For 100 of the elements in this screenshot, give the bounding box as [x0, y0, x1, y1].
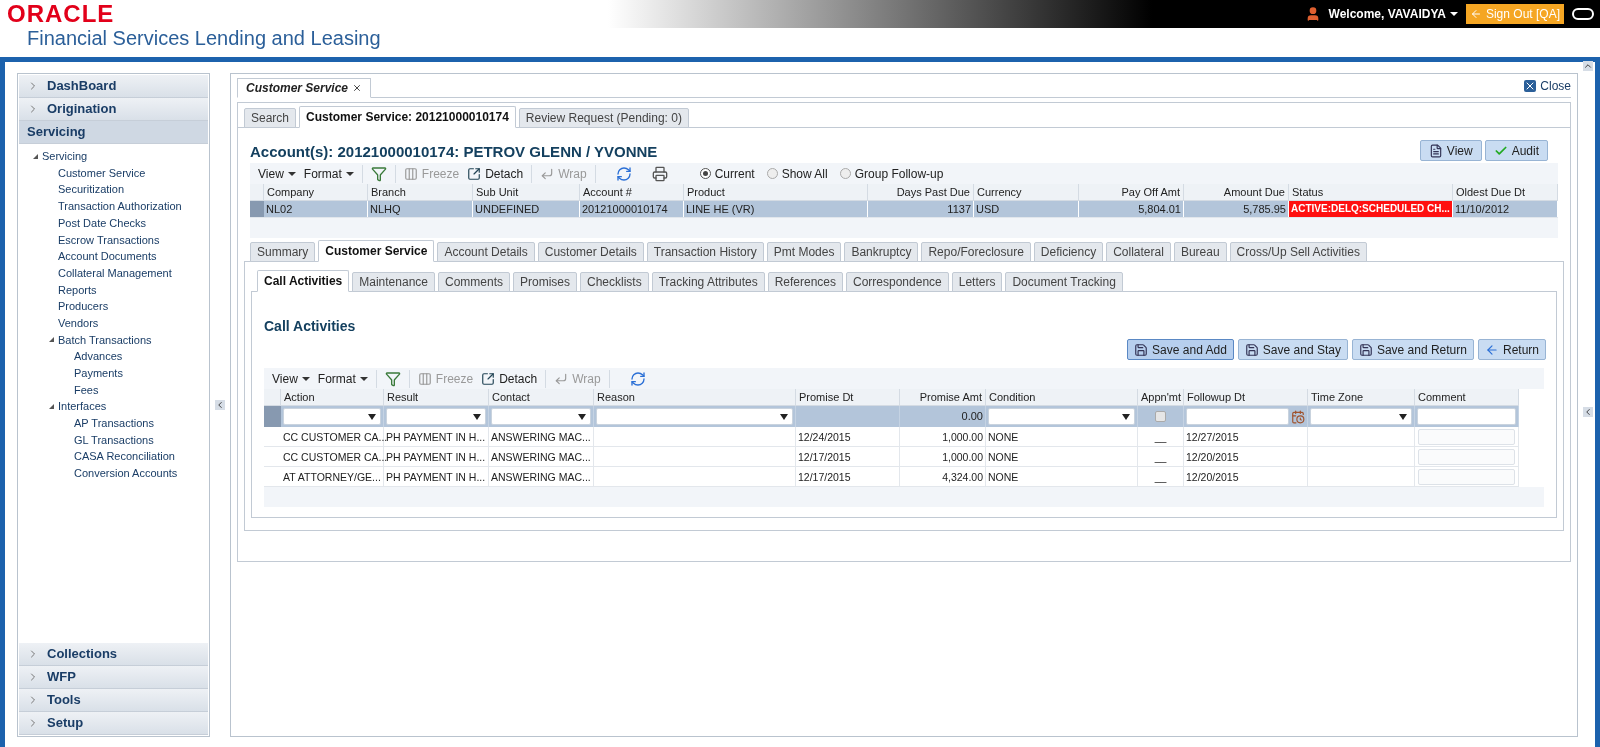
section-header[interactable]: WFP — [19, 666, 208, 689]
column-header[interactable]: Account # — [580, 184, 684, 201]
radio-label[interactable]: Group Follow-up — [854, 164, 944, 183]
nav-link[interactable]: Securitization — [58, 181, 125, 198]
view-menu[interactable]: View — [272, 369, 310, 388]
tab[interactable]: Customer Service: 20121000010174 — [299, 106, 516, 128]
column-header[interactable]: Appn'mt — [1138, 389, 1184, 406]
nav-link[interactable]: Vendors — [58, 314, 99, 332]
column-header[interactable]: Followup Dt — [1184, 389, 1308, 406]
column-header[interactable]: Comment — [1415, 389, 1519, 406]
audit-button[interactable]: Audit — [1484, 140, 1548, 161]
nav-link[interactable]: Escrow Transactions — [58, 231, 160, 249]
user-menu[interactable]: Welcome, VAVAIDYA — [1328, 5, 1458, 23]
tab[interactable]: Repo/Foreclosure — [921, 242, 1031, 262]
column-header[interactable]: Result — [384, 389, 489, 406]
column-header[interactable]: Days Past Due — [868, 184, 974, 201]
tab[interactable]: Summary — [250, 242, 316, 262]
nav-link[interactable]: Conversion Accounts — [74, 465, 178, 482]
save-button[interactable]: Save and Stay — [1237, 339, 1348, 360]
tab[interactable]: Transaction History — [646, 242, 764, 262]
section-header[interactable]: Collections — [19, 643, 208, 666]
column-header[interactable]: Promise Amt — [900, 389, 986, 406]
tab[interactable]: Letters — [951, 272, 1003, 292]
tab[interactable]: Promises — [513, 272, 577, 292]
column-header[interactable]: Amount Due — [1184, 184, 1289, 201]
tab[interactable]: Bureau — [1173, 242, 1227, 262]
tab[interactable]: Bankruptcy — [844, 242, 919, 262]
table-cell: 5,785.95 — [1184, 201, 1289, 217]
return-button[interactable]: Return — [1477, 339, 1546, 360]
nav-link[interactable]: Collateral Management — [58, 264, 172, 282]
detach-button[interactable]: Detach — [467, 164, 524, 183]
nav-link[interactable]: Batch Transactions — [58, 331, 152, 349]
table-cell: ANSWERING MAC... — [489, 447, 594, 467]
column-header[interactable]: Action — [281, 389, 384, 406]
tab[interactable]: Customer Details — [537, 242, 644, 262]
nav-link[interactable]: Transaction Authorization — [58, 198, 182, 215]
column-header[interactable]: Branch — [368, 184, 473, 201]
tab[interactable]: Review Request (Pending: 0) — [518, 108, 689, 128]
column-header[interactable]: Contact — [489, 389, 594, 406]
nav-link[interactable]: CASA Reconciliation — [74, 448, 175, 465]
nav-link[interactable]: Payments — [74, 365, 123, 382]
section-header[interactable]: Origination — [19, 98, 208, 121]
detach-button[interactable]: Detach — [481, 369, 538, 388]
column-header[interactable]: Pay Off Amt — [1079, 184, 1184, 201]
nav-link[interactable]: Post Date Checks — [58, 214, 147, 232]
view-menu[interactable]: View — [258, 164, 296, 183]
nav-link[interactable]: GL Transactions — [74, 431, 154, 449]
column-header[interactable]: Company — [264, 184, 368, 201]
nav-link[interactable]: Fees — [74, 381, 99, 399]
tab[interactable]: Search — [244, 108, 297, 128]
tab[interactable]: Tracking Attributes — [651, 272, 765, 292]
format-menu[interactable]: Format — [317, 369, 368, 388]
table-cell: UNDEFINED — [473, 201, 580, 217]
section-header[interactable]: DashBoard — [19, 75, 208, 98]
column-header[interactable]: Sub Unit — [473, 184, 580, 201]
format-menu[interactable]: Format — [303, 164, 354, 183]
tab[interactable]: References — [767, 272, 843, 292]
section-header[interactable]: Tools — [19, 689, 208, 712]
document-tab[interactable]: Customer Service — [237, 78, 372, 98]
nav-link[interactable]: Interfaces — [58, 398, 107, 415]
table-cell: __ — [1138, 447, 1184, 467]
close-button[interactable]: Close — [1524, 77, 1571, 95]
nav-link[interactable]: Producers — [58, 298, 109, 315]
section-title: Call Activities — [264, 317, 357, 336]
column-header[interactable]: Oldest Due Dt — [1453, 184, 1558, 201]
tab[interactable]: Collateral — [1106, 242, 1171, 262]
column-header[interactable]: Time Zone — [1308, 389, 1415, 406]
tab[interactable]: Account Details — [437, 242, 535, 262]
nav-link[interactable]: Servicing — [42, 148, 88, 165]
nav-link[interactable]: Customer Service — [58, 164, 146, 182]
column-header[interactable]: Promise Dt — [796, 389, 900, 406]
tab[interactable]: Cross/Up Sell Activities — [1229, 242, 1367, 262]
tab[interactable]: Correspondence — [846, 272, 949, 292]
view-button[interactable]: View — [1419, 140, 1482, 161]
nav-link[interactable]: Account Documents — [58, 248, 157, 265]
save-button[interactable]: Save and Add — [1127, 339, 1234, 360]
tab[interactable]: Customer Service — [318, 240, 435, 262]
table-cell: 5,804.01 — [1079, 201, 1184, 217]
table-cell: __ — [1138, 467, 1184, 487]
tab[interactable]: Pmt Modes — [766, 242, 842, 262]
tab[interactable]: Checklists — [580, 272, 649, 292]
tab[interactable]: Call Activities — [257, 270, 350, 292]
nav-link[interactable]: Reports — [58, 281, 97, 299]
tab[interactable]: Deficiency — [1033, 242, 1104, 262]
column-header[interactable]: Reason — [594, 389, 796, 406]
save-button[interactable]: Save and Return — [1351, 339, 1474, 360]
column-header[interactable]: Status — [1289, 184, 1453, 201]
section-header[interactable]: Servicing — [19, 121, 208, 144]
radio-label[interactable]: Show All — [781, 164, 828, 183]
column-header[interactable]: Condition — [986, 389, 1138, 406]
section-header[interactable]: Setup — [19, 712, 208, 735]
nav-link[interactable]: Advances — [74, 348, 123, 365]
tab[interactable]: Comments — [438, 272, 510, 292]
column-header[interactable]: Product — [684, 184, 868, 201]
column-header[interactable]: Currency — [974, 184, 1079, 201]
tab[interactable]: Maintenance — [352, 272, 435, 292]
radio-label[interactable]: Current — [714, 164, 755, 183]
table-cell: ANSWERING MAC... — [489, 467, 594, 487]
tab[interactable]: Document Tracking — [1005, 272, 1123, 292]
nav-link[interactable]: AP Transactions — [74, 415, 154, 432]
